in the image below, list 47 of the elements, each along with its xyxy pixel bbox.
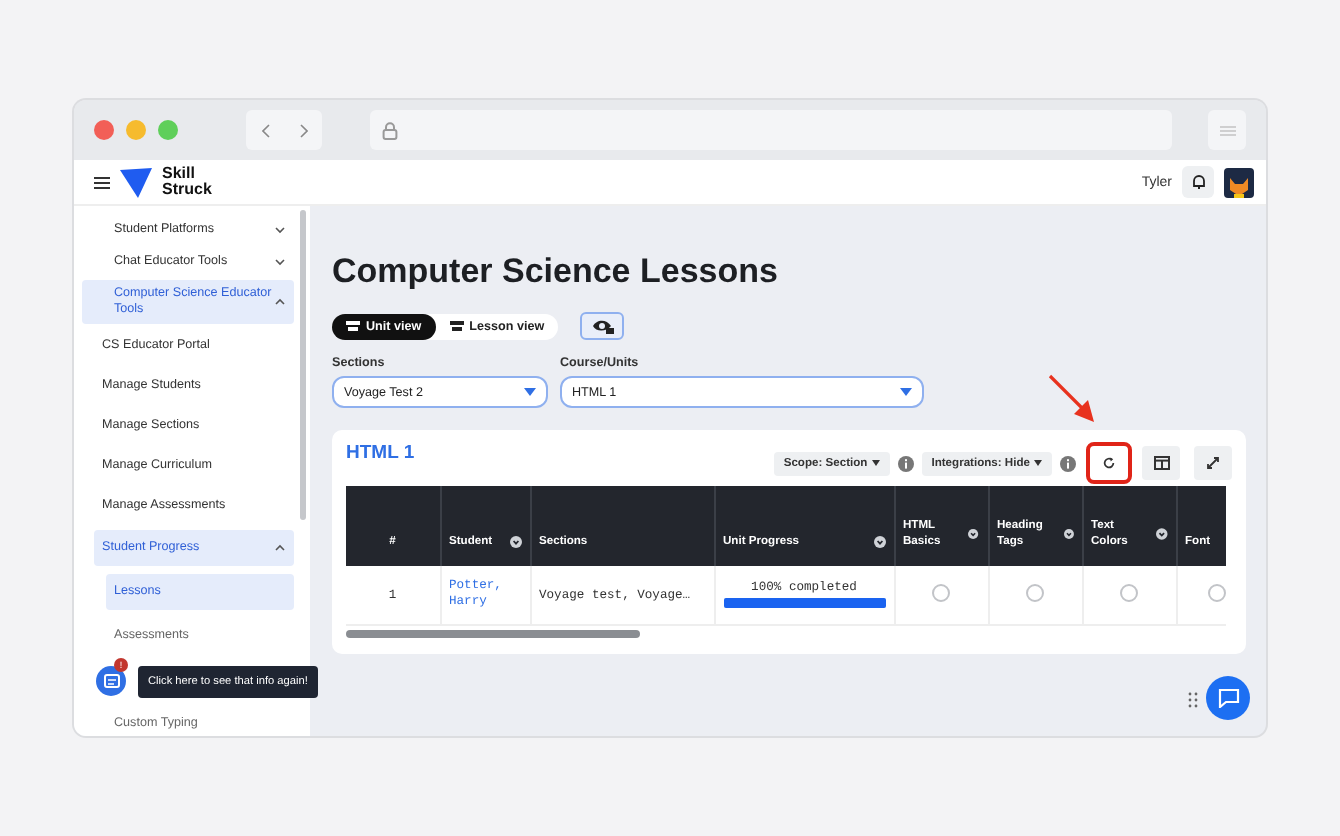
eye-lock-icon (591, 318, 614, 334)
info-icon[interactable] (1060, 455, 1076, 471)
page-title: Computer Science Lessons (332, 252, 780, 292)
notifications-button[interactable] (1182, 166, 1214, 198)
chat-bubble-icon (1217, 688, 1239, 708)
info-button[interactable] (96, 666, 126, 696)
card-title: HTML 1 (346, 442, 415, 464)
refresh-icon (1102, 456, 1116, 470)
card-icon (103, 674, 119, 688)
minimize-window-dot[interactable] (126, 120, 146, 140)
maximize-window-dot[interactable] (158, 120, 178, 140)
table-columns-icon (1153, 456, 1169, 470)
chat-button[interactable] (1206, 676, 1250, 720)
chevron-left-icon (261, 123, 269, 137)
chevron-up-icon (274, 296, 286, 308)
menu-icon[interactable] (94, 175, 110, 189)
sort-icon[interactable] (1155, 528, 1167, 540)
visibility-button[interactable] (580, 312, 625, 340)
lock-icon (382, 121, 398, 139)
stack-icon (449, 320, 464, 332)
bell-icon (1191, 174, 1205, 190)
refresh-button[interactable] (1090, 446, 1128, 480)
chevron-right-icon (299, 123, 307, 137)
logo-icon (120, 167, 152, 197)
chevron-down-icon (274, 224, 286, 236)
close-window-dot[interactable] (94, 120, 114, 140)
drag-handle-icon[interactable] (1188, 692, 1198, 708)
caret-icon (871, 460, 880, 466)
caret-icon (1034, 460, 1042, 466)
sort-icon[interactable] (968, 528, 979, 540)
sort-icon[interactable] (873, 536, 885, 548)
expand-icon (1206, 456, 1220, 470)
info-icon[interactable] (897, 455, 914, 471)
sort-icon[interactable] (1063, 528, 1073, 540)
avatar[interactable] (1224, 167, 1254, 197)
sort-icon[interactable] (509, 536, 521, 548)
sliders-icon (1219, 123, 1235, 137)
chevron-up-icon (274, 542, 286, 554)
chevron-down-icon (274, 256, 286, 268)
stack-icon (346, 320, 360, 332)
annotation-arrow (1048, 374, 1096, 424)
expand-button[interactable] (1194, 446, 1232, 480)
fox-icon (1228, 175, 1250, 197)
columns-button[interactable] (1142, 446, 1180, 480)
brand-name: Skill Struck (162, 166, 212, 198)
caret-icon (900, 388, 912, 396)
caret-icon (524, 388, 536, 396)
